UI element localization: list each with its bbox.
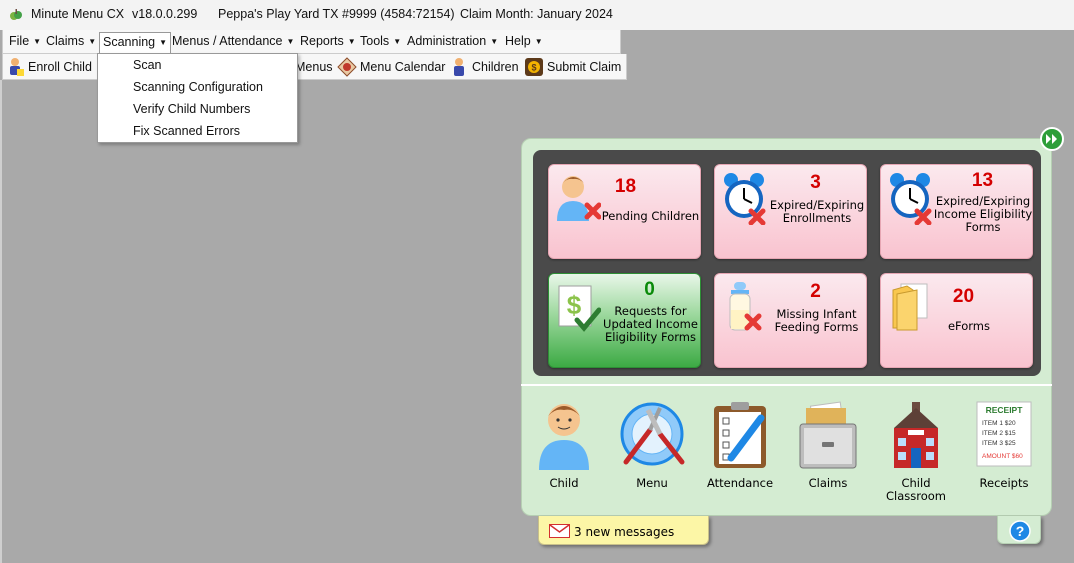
tile-missing-infant-forms[interactable]: 2 Missing Infant Feeding Forms bbox=[714, 273, 867, 368]
menu-menus-attendance[interactable]: Menus / Attendance ▼ bbox=[172, 34, 294, 48]
label-expired-income-forms: Expired/Expiring Income Eligibility Form… bbox=[933, 194, 1033, 234]
caret-down-icon: ▼ bbox=[393, 37, 402, 46]
money-doc-icon: $ bbox=[558, 285, 601, 332]
help-icon: ? bbox=[1009, 520, 1031, 542]
claim-month: Claim Month: January 2024 bbox=[460, 7, 613, 21]
messages-bar[interactable]: 3 new messages bbox=[538, 516, 709, 545]
submit-claim-icon: $ bbox=[525, 58, 543, 76]
caret-down-icon: ▼ bbox=[159, 38, 168, 47]
count-requests-income-forms: 0 bbox=[644, 279, 655, 300]
envelope-icon bbox=[549, 524, 570, 538]
shortcut-child[interactable]: Child bbox=[519, 400, 609, 490]
label-pending-children: Pending Children bbox=[601, 209, 700, 223]
receipt-icon: RECEIPT ITEM 1 $20 ITEM 2 $15 ITEM 3 $25… bbox=[976, 401, 1032, 467]
count-pending-children: 18 bbox=[614, 176, 637, 197]
svg-text:?: ? bbox=[1016, 523, 1025, 539]
label-eforms: eForms bbox=[947, 319, 991, 333]
menu-help[interactable]: Help ▼ bbox=[505, 34, 543, 48]
menu-calendar-button[interactable]: Menu Calendar bbox=[337, 57, 445, 77]
submit-claim-button[interactable]: $ Submit Claim bbox=[524, 57, 621, 77]
tile-pending-children[interactable]: 18 Pending Children bbox=[548, 164, 701, 259]
caret-down-icon: ▼ bbox=[33, 37, 42, 46]
caret-down-icon: ▼ bbox=[347, 37, 356, 46]
menu-administration[interactable]: Administration ▼ bbox=[407, 34, 498, 48]
menu-item-scanning-configuration[interactable]: Scanning Configuration bbox=[133, 80, 263, 94]
children-button[interactable]: Children bbox=[449, 57, 519, 77]
title-bar: Minute Menu CX v18.0.0.299 Peppa's Play … bbox=[0, 0, 1074, 30]
count-expired-income-forms: 13 bbox=[971, 170, 994, 191]
app-version: v18.0.0.299 bbox=[132, 7, 198, 21]
menu-item-fix-scanned-errors[interactable]: Fix Scanned Errors bbox=[133, 124, 240, 138]
tile-expired-income-forms[interactable]: 13 Expired/Expiring Income Eligibility F… bbox=[880, 164, 1033, 259]
receipt-line-1: ITEM 1 $20 bbox=[982, 420, 1016, 427]
shortcut-receipts-label: Receipts bbox=[979, 476, 1029, 490]
app-logo-icon bbox=[10, 9, 22, 20]
count-expired-enrollments: 3 bbox=[810, 172, 821, 193]
left-edge bbox=[0, 80, 2, 563]
baby-bottle-icon bbox=[729, 282, 762, 331]
shortcut-child-classroom[interactable]: Child Classroom bbox=[871, 400, 961, 503]
caret-down-icon: ▼ bbox=[88, 37, 97, 46]
menu-tools[interactable]: Tools ▼ bbox=[360, 34, 401, 48]
receipt-title: RECEIPT bbox=[986, 405, 1024, 415]
caret-down-icon: ▼ bbox=[490, 37, 499, 46]
shortcut-menu-label: Menu bbox=[636, 476, 668, 490]
menu-item-scan[interactable]: Scan bbox=[133, 58, 162, 72]
count-missing-infant-forms: 2 bbox=[810, 281, 821, 302]
count-eforms: 20 bbox=[952, 286, 975, 307]
children-icon bbox=[454, 58, 464, 76]
label-missing-infant-forms: Missing Infant Feeding Forms bbox=[774, 307, 859, 334]
file-cabinet-icon bbox=[799, 401, 857, 469]
receipt-line-3: ITEM 3 $25 bbox=[982, 440, 1016, 447]
svg-text:$: $ bbox=[567, 290, 582, 320]
panel-divider bbox=[521, 384, 1052, 386]
menu-item-verify-child-numbers[interactable]: Verify Child Numbers bbox=[133, 102, 250, 116]
plate-fork-knife-icon bbox=[620, 402, 685, 466]
menus-button[interactable]: Menus bbox=[295, 57, 333, 77]
shortcut-child-label: Child bbox=[549, 476, 579, 490]
menu-calendar-icon bbox=[337, 57, 357, 77]
menu-bar: File ▼ Claims ▼ Scanning ▼ Menus / Attendan… bbox=[2, 30, 621, 54]
shortcut-child-classroom-label: Child Classroom bbox=[885, 476, 946, 503]
label-expired-enrollments: Expired/Expiring Enrollments bbox=[769, 198, 865, 225]
menu-reports[interactable]: Reports ▼ bbox=[300, 34, 356, 48]
help-tab[interactable]: ? bbox=[997, 516, 1041, 544]
shortcut-attendance[interactable]: Attendance bbox=[695, 400, 785, 490]
clipboard-icon bbox=[714, 402, 766, 468]
messages-count-text: 3 new messages bbox=[574, 525, 675, 539]
shortcut-claims-label: Claims bbox=[808, 476, 848, 490]
label-requests-income-forms: Requests for Updated Income Eligibility … bbox=[603, 304, 698, 344]
shortcut-claims[interactable]: Claims bbox=[783, 400, 873, 490]
alarm-clock-icon bbox=[724, 173, 766, 225]
app-name: Minute Menu CX bbox=[31, 7, 125, 21]
caret-down-icon: ▼ bbox=[286, 37, 295, 46]
shortcut-receipts[interactable]: RECEIPT ITEM 1 $20 ITEM 2 $15 ITEM 3 $25… bbox=[959, 400, 1049, 490]
site-name: Peppa's Play Yard TX #9999 (4584:72154) bbox=[218, 7, 455, 21]
child-icon bbox=[539, 404, 589, 470]
enroll-child-button[interactable]: Enroll Child bbox=[6, 57, 92, 77]
receipt-line-2: ITEM 2 $15 bbox=[982, 430, 1016, 437]
menu-file[interactable]: File ▼ bbox=[9, 34, 41, 48]
shortcut-attendance-label: Attendance bbox=[706, 476, 774, 490]
svg-text:$: $ bbox=[531, 63, 536, 73]
menu-scanning[interactable]: Scanning ▼ bbox=[99, 32, 172, 53]
tile-expired-enrollments[interactable]: 3 Expired/Expiring Enrollments bbox=[714, 164, 867, 259]
tile-requests-income-forms[interactable]: $ 0 Requests for Updated Income Eligibil… bbox=[548, 273, 701, 368]
toolbar: Enroll Child Menus Menu Calendar Childre… bbox=[2, 54, 627, 80]
tile-eforms[interactable]: 20 eForms bbox=[880, 273, 1033, 368]
schoolhouse-icon bbox=[894, 402, 938, 468]
receipt-amount: AMOUNT $60 bbox=[982, 453, 1023, 460]
expand-panel-icon[interactable] bbox=[1040, 127, 1064, 151]
caret-down-icon: ▼ bbox=[534, 37, 543, 46]
menu-claims[interactable]: Claims ▼ bbox=[46, 34, 96, 48]
alarm-clock-icon bbox=[890, 173, 932, 225]
enroll-child-icon bbox=[10, 58, 24, 76]
shortcut-menu[interactable]: Menu bbox=[607, 400, 697, 490]
scanning-dropdown-menu: Scan Scanning Configuration Verify Child… bbox=[97, 53, 298, 143]
